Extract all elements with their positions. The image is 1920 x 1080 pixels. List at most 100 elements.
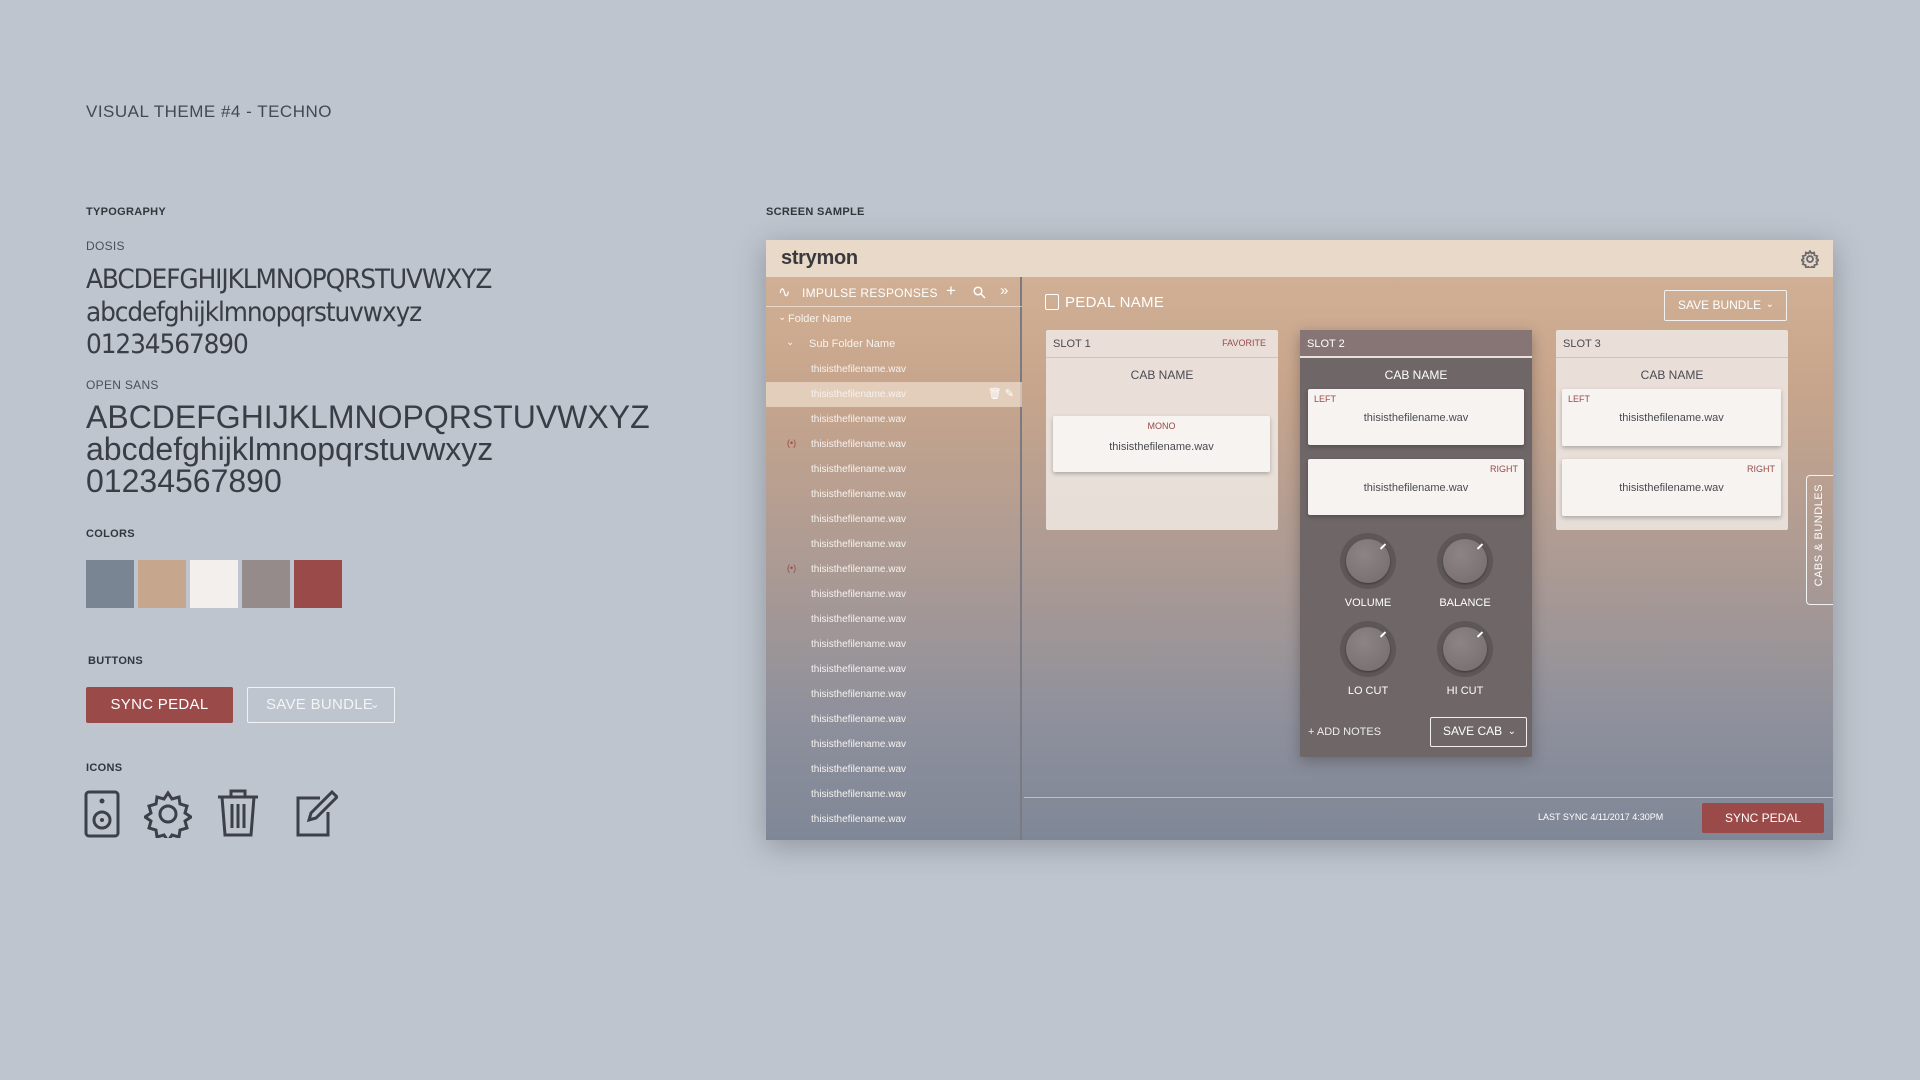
file-item[interactable]: thisisthefilename.wav — [766, 607, 1022, 632]
file-item[interactable]: thisisthefilename.wav — [766, 507, 1022, 532]
knob-dial[interactable] — [1340, 533, 1396, 589]
font-name-dosis: DOSIS — [86, 239, 125, 253]
file-item[interactable]: thisisthefilename.wav — [766, 732, 1022, 757]
left-tag: LEFT — [1314, 394, 1337, 404]
broadcast-icon: (•) — [787, 438, 797, 448]
favorite-label[interactable]: FAVORITE — [1222, 338, 1266, 348]
swatch-taupe — [242, 560, 290, 608]
save-cab-button[interactable]: SAVE CAB ⌄ — [1430, 717, 1527, 747]
dosis-uppercase: ABCDEFGHIJKLMNOPQRSTUVWXYZ — [86, 264, 492, 295]
file-item-selected[interactable]: thisisthefilename.wav 🗑 ✎ — [766, 382, 1022, 407]
file-item[interactable]: thisisthefilename.wav — [766, 707, 1022, 732]
color-swatches — [86, 560, 342, 608]
typography-label: TYPOGRAPHY — [86, 206, 167, 218]
file-name: thisisthefilename.wav — [811, 814, 907, 825]
save-bundle-label: SAVE BUNDLE — [1678, 298, 1762, 312]
left-file-card[interactable]: LEFT thisisthefilename.wav — [1308, 389, 1524, 445]
folder-item[interactable]: ⌄ Folder Name — [766, 307, 1022, 332]
file-item[interactable]: thisisthefilename.wav — [766, 532, 1022, 557]
left-tag: LEFT — [1568, 394, 1591, 404]
font-name-opensans: OPEN SANS — [86, 378, 159, 392]
sync-pedal-button[interactable]: SYNC PEDAL — [1702, 803, 1824, 833]
add-icon[interactable]: + — [946, 281, 956, 301]
mono-file-card[interactable]: MONO thisisthefilename.wav — [1053, 416, 1270, 472]
last-sync-text: LAST SYNC 4/11/2017 4:30PM — [1538, 812, 1664, 822]
file-item[interactable]: thisisthefilename.wav — [766, 407, 1022, 432]
file-item[interactable]: thisisthefilename.wav — [766, 657, 1022, 682]
left-file-card[interactable]: LEFT thisisthefilename.wav — [1562, 389, 1781, 446]
page-title: VISUAL THEME #4 - TECHNO — [86, 102, 332, 121]
slot-header: SLOT 2 — [1300, 330, 1532, 358]
side-tab-label: CABS & BUNDLES — [1813, 484, 1825, 587]
file-item[interactable]: thisisthefilename.wav — [766, 457, 1022, 482]
knob-label: BALANCE — [1439, 597, 1491, 609]
right-file-card[interactable]: RIGHT thisisthefilename.wav — [1308, 459, 1524, 515]
file-item[interactable]: thisisthefilename.wav — [766, 582, 1022, 607]
slot-header: SLOT 3 — [1556, 330, 1788, 358]
swatch-slate — [86, 560, 134, 608]
save-bundle-button-sample[interactable]: SAVE BUNDLE ⌄ — [247, 687, 395, 723]
hi-cut-knob[interactable]: HI CUT — [1435, 621, 1495, 697]
settings-gear-icon[interactable] — [1801, 250, 1819, 268]
cab-name: CAB NAME — [1130, 368, 1194, 382]
slot-3[interactable]: SLOT 3 CAB NAME LEFT thisisthefilename.w… — [1556, 330, 1788, 530]
sync-pedal-button-sample[interactable]: SYNC PEDAL — [86, 687, 233, 723]
file-name: thisisthefilename.wav — [811, 414, 907, 425]
subfolder-item[interactable]: ⌄ Sub Folder Name — [766, 332, 1022, 357]
file-item[interactable]: thisisthefilename.wav — [766, 357, 1022, 382]
file-name: thisisthefilename.wav — [811, 664, 907, 675]
slot-2[interactable]: SLOT 2 CAB NAME LEFT thisisthefilename.w… — [1300, 330, 1532, 757]
file-item[interactable]: thisisthefilename.wav — [766, 757, 1022, 782]
chevron-down-icon: ⌄ — [369, 697, 380, 711]
file-item[interactable]: (•) thisisthefilename.wav — [766, 557, 1022, 582]
chevron-down-icon: ⌄ — [786, 337, 795, 348]
file-item[interactable]: (•) thisisthefilename.wav — [766, 432, 1022, 457]
knob-dial[interactable] — [1340, 621, 1396, 677]
waveform-icon: ∿ — [778, 284, 791, 301]
file-item[interactable]: thisisthefilename.wav — [766, 482, 1022, 507]
file-name: thisisthefilename.wav — [811, 714, 907, 725]
right-file-card[interactable]: RIGHT thisisthefilename.wav — [1562, 459, 1781, 516]
folder-name: Folder Name — [788, 313, 852, 325]
collapse-icon[interactable]: » — [1000, 282, 1008, 299]
pedal-icon — [1045, 294, 1059, 310]
app-topbar: strymon — [766, 240, 1833, 277]
opensans-lowercase: abcdefghijklmnopqrstuvwxyz — [86, 431, 494, 467]
cabs-bundles-tab[interactable]: CABS & BUNDLES — [1806, 475, 1833, 605]
file-item[interactable]: thisisthefilename.wav — [766, 632, 1022, 657]
file-name: thisisthefilename.wav — [811, 464, 907, 475]
knob-dial[interactable] — [1437, 533, 1493, 589]
subfolder-name: Sub Folder Name — [809, 338, 896, 350]
file-item[interactable]: thisisthefilename.wav — [766, 807, 1022, 832]
slot-1[interactable]: SLOT 1 FAVORITE CAB NAME MONO thisisthef… — [1046, 330, 1278, 530]
knob-dial[interactable] — [1437, 621, 1493, 677]
app-window: strymon ∿ IMPULSE RESPONSES + » ⌄ Folder… — [766, 240, 1833, 840]
volume-knob[interactable]: VOLUME — [1338, 533, 1398, 609]
opensans-digits: 01234567890 — [86, 463, 282, 499]
gear-icon — [144, 790, 192, 838]
colors-label: COLORS — [86, 528, 135, 540]
search-icon[interactable] — [973, 286, 986, 299]
file-name: thisisthefilename.wav — [811, 489, 907, 500]
file-name: thisisthefilename.wav — [811, 589, 907, 600]
trash-icon — [218, 789, 258, 837]
file-item[interactable]: thisisthefilename.wav — [766, 782, 1022, 807]
balance-knob[interactable]: BALANCE — [1435, 533, 1495, 609]
sidebar-header: ∿ IMPULSE RESPONSES + » — [766, 277, 1022, 307]
row-actions: 🗑 ✎ — [988, 387, 1014, 400]
file-name: thisisthefilename.wav — [1363, 482, 1469, 494]
file-name: thisisthefilename.wav — [811, 514, 907, 525]
file-name: thisisthefilename.wav — [811, 764, 907, 775]
edit-icon[interactable]: ✎ — [1005, 388, 1014, 400]
file-name: thisisthefilename.wav — [811, 739, 907, 750]
trash-icon[interactable]: 🗑 — [988, 388, 1002, 400]
file-item[interactable]: thisisthefilename.wav — [766, 682, 1022, 707]
swatch-tan — [138, 560, 186, 608]
save-bundle-button[interactable]: SAVE BUNDLE ⌄ — [1664, 290, 1787, 321]
lo-cut-knob[interactable]: LO CUT — [1338, 621, 1398, 697]
add-notes-link[interactable]: + ADD NOTES — [1308, 726, 1381, 738]
chevron-down-icon: ⌄ — [1507, 726, 1516, 737]
edit-icon — [296, 790, 338, 837]
footer-divider — [1024, 797, 1833, 798]
slot-header: SLOT 1 FAVORITE — [1046, 330, 1278, 358]
